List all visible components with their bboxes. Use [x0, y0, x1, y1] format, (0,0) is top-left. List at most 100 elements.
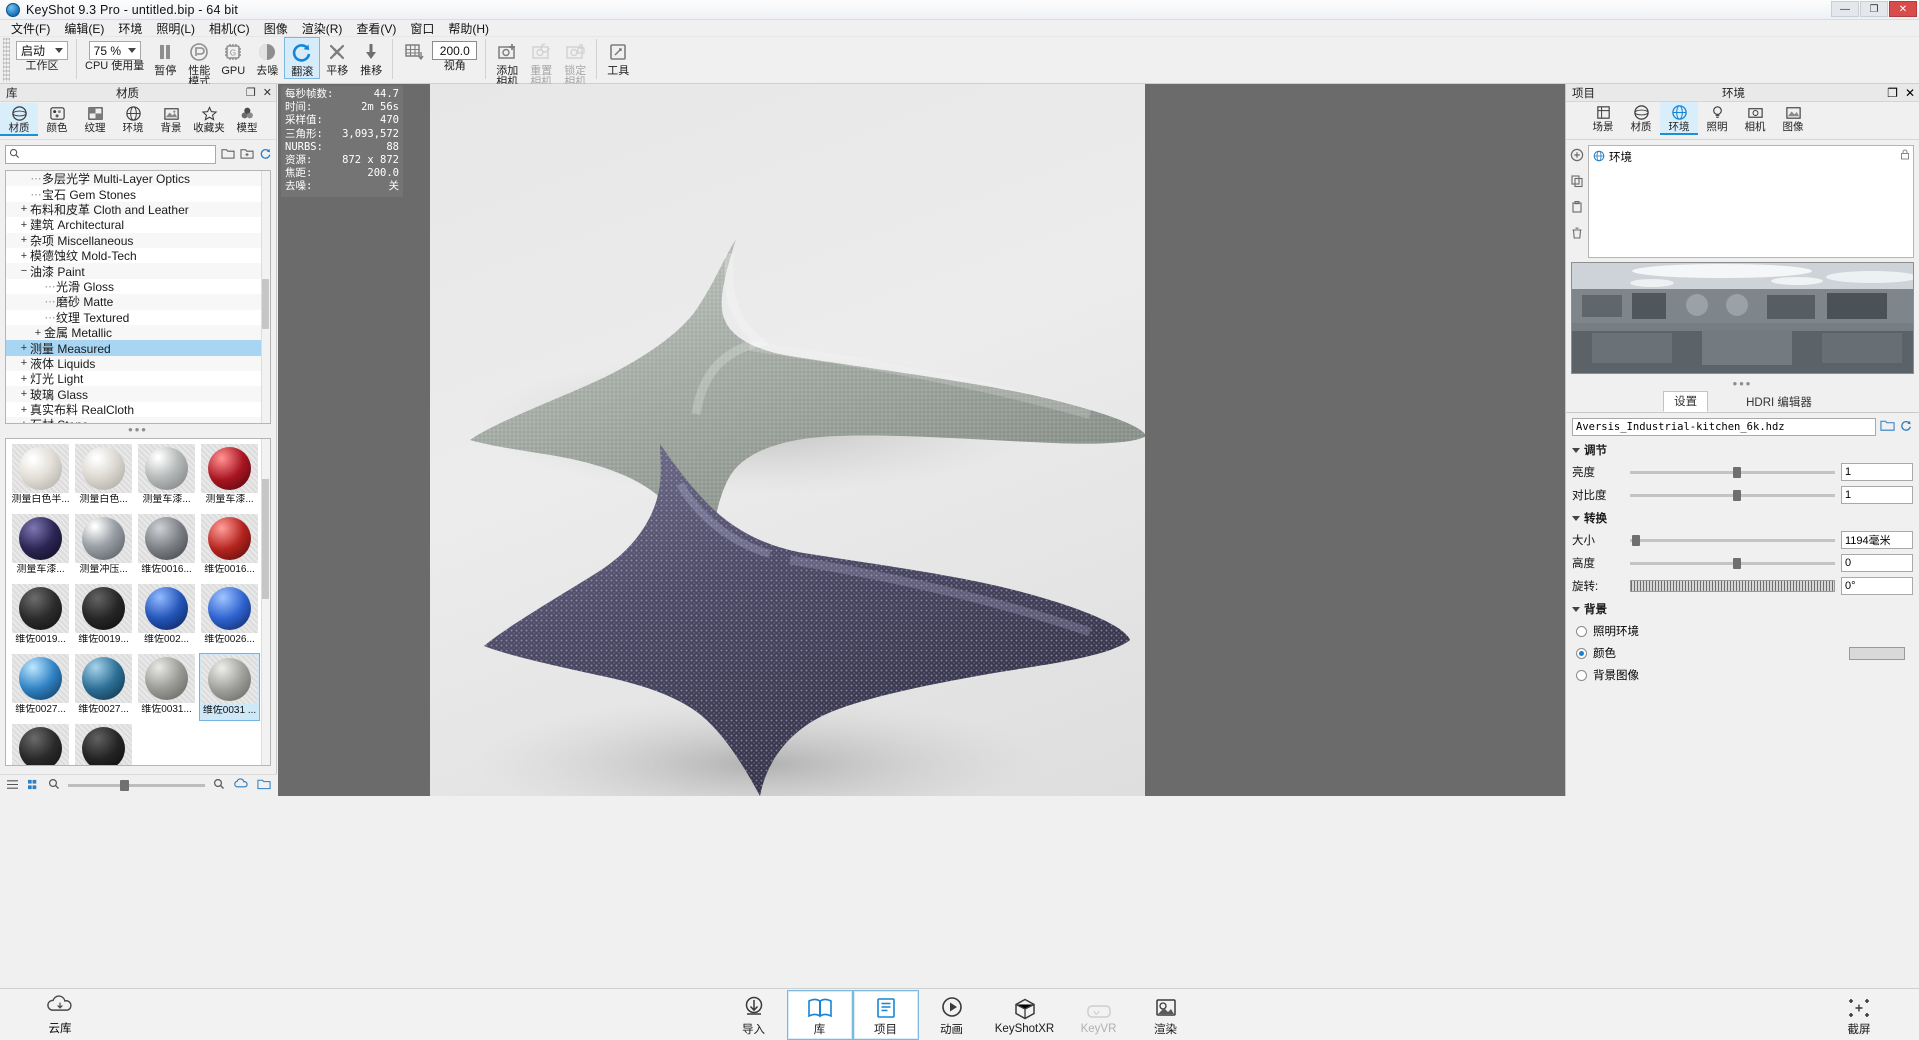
background-option-image[interactable]: 背景图像	[1576, 667, 1913, 683]
contrast-value[interactable]: 1	[1841, 486, 1913, 504]
panel-tab-material[interactable]: 材质	[110, 85, 145, 101]
copy-icon[interactable]	[1570, 174, 1584, 191]
tree-node[interactable]: + 真实布料 RealCloth	[6, 402, 270, 417]
denoise-button[interactable]: 去噪	[250, 37, 284, 77]
library-tab-models[interactable]: 模型	[228, 103, 266, 134]
brightness-value[interactable]: 1	[1841, 463, 1913, 481]
list-view-icon[interactable]	[6, 779, 19, 793]
material-cell[interactable]: 维佐0031...	[136, 653, 197, 721]
thumbnail-size-slider[interactable]	[68, 780, 205, 791]
menu-lighting[interactable]: 照明(L)	[149, 19, 202, 38]
workspace-combo[interactable]: 启动	[16, 41, 68, 60]
delete-icon[interactable]	[1570, 226, 1584, 243]
grid-scrollbar[interactable]	[261, 439, 270, 765]
view-fov-group[interactable]: 200.0 视角	[397, 37, 481, 72]
workspace-selector[interactable]: 启动 工作区	[12, 37, 72, 72]
tree-node[interactable]: ⋯ 宝石 Gem Stones	[6, 186, 270, 202]
material-cell[interactable]: 维佐0016...	[199, 513, 260, 581]
tree-scroll-thumb[interactable]	[262, 279, 269, 329]
slider-handle[interactable]	[1732, 489, 1741, 501]
tree-node[interactable]: + 玻璃 Glass	[6, 386, 270, 402]
material-cell[interactable]: 维佐0016...	[136, 513, 197, 581]
tree-node[interactable]: + 建筑 Architectural	[6, 217, 270, 232]
material-cell[interactable]: 维佐0019...	[73, 583, 134, 651]
grid-view-icon[interactable]	[401, 39, 427, 65]
tree-node[interactable]: + 杂项 Miscellaneous	[6, 232, 270, 248]
add-icon[interactable]	[1570, 148, 1584, 165]
radio-icon[interactable]	[1576, 625, 1587, 637]
tab-hdri-editor[interactable]: HDRI 编辑器	[1736, 393, 1822, 412]
maximize-button[interactable]: ❐	[1860, 1, 1888, 17]
expand-toggle-icon[interactable]: +	[18, 342, 30, 354]
tree-scrollbar[interactable]	[261, 171, 270, 423]
render-image[interactable]	[430, 84, 1145, 796]
menu-environment[interactable]: 环境	[111, 19, 149, 38]
lock-camera-button[interactable]: 锁定 相机	[558, 37, 592, 88]
menu-window[interactable]: 窗口	[403, 19, 441, 38]
material-cell[interactable]: 测量冲压...	[73, 513, 134, 581]
project-tab-image[interactable]: 图像	[1774, 102, 1812, 133]
expand-toggle-icon[interactable]: +	[18, 419, 30, 423]
material-thumbnail-grid[interactable]: 测量白色半... 测量白色... 测量车漆... 测量车漆... 测量车漆...…	[5, 438, 271, 766]
contrast-slider[interactable]	[1630, 489, 1835, 501]
material-cell-selected[interactable]: 维佐0031 ...	[199, 653, 260, 721]
refresh-icon[interactable]	[259, 147, 272, 163]
library-tab-textures[interactable]: 纹理	[76, 103, 114, 134]
grid-scroll-thumb[interactable]	[262, 479, 269, 599]
project-tab-environment[interactable]: 环境	[1660, 102, 1698, 135]
slider-handle[interactable]	[1732, 466, 1741, 478]
pause-button[interactable]: 暂停	[148, 37, 182, 77]
grid-view-icon[interactable]	[27, 779, 40, 793]
project-tab-scene[interactable]: 场景	[1584, 102, 1622, 133]
tree-node[interactable]: + 灯光 Light	[6, 371, 270, 386]
material-cell[interactable]: 测量车漆...	[10, 513, 71, 581]
radio-icon-selected[interactable]	[1576, 647, 1587, 659]
material-cell[interactable]: 测量车漆...	[199, 443, 260, 511]
background-option-color[interactable]: 颜色	[1576, 645, 1913, 661]
menu-file[interactable]: 文件(F)	[4, 19, 57, 38]
screenshot-button[interactable]: 截屏	[1826, 990, 1892, 1040]
material-cell[interactable]	[10, 723, 71, 765]
lock-icon[interactable]	[1900, 149, 1910, 163]
tools-button[interactable]: 工具	[601, 37, 635, 77]
tree-node[interactable]: ⋯ 纹理 Textured	[6, 310, 270, 325]
environment-list[interactable]: 环境	[1588, 145, 1914, 258]
expand-toggle-icon[interactable]: +	[18, 357, 30, 369]
tree-node[interactable]: + 模德蚀纹 Mold-Tech	[6, 248, 270, 263]
dolly-tool-button[interactable]: 推移	[354, 37, 388, 77]
render-button[interactable]: 渲染	[1133, 990, 1199, 1040]
material-cell[interactable]: 维佐0019...	[10, 583, 71, 651]
project-tab-lighting[interactable]: 照明	[1698, 102, 1736, 133]
keyshotxr-button[interactable]: KeyShotXR	[985, 990, 1065, 1040]
brightness-slider[interactable]	[1630, 466, 1835, 478]
material-cell[interactable]: 维佐0027...	[73, 653, 134, 721]
import-button[interactable]: 导入	[721, 990, 787, 1040]
close-icon[interactable]: ✕	[263, 86, 272, 99]
material-cell[interactable]: 测量白色...	[73, 443, 134, 511]
close-icon[interactable]: ✕	[1905, 86, 1915, 100]
panel-splitter-handle[interactable]: •••	[0, 423, 276, 437]
material-cell[interactable]: 测量车漆...	[136, 443, 197, 511]
cpu-combo[interactable]: 75 %	[88, 41, 141, 60]
search-input[interactable]	[23, 147, 215, 162]
expand-toggle-icon[interactable]: +	[18, 219, 30, 231]
library-tab-materials[interactable]: 材质	[0, 103, 38, 136]
material-cell[interactable]: 维佐002...	[136, 583, 197, 651]
menu-help[interactable]: 帮助(H)	[441, 19, 496, 38]
tree-node[interactable]: ⋯ 磨砂 Matte	[6, 294, 270, 310]
tree-node[interactable]: + 布料和皮革 Cloth and Leather	[6, 201, 270, 218]
tree-node[interactable]: − 油漆 Paint	[6, 263, 270, 279]
slider-handle[interactable]	[120, 780, 130, 791]
tree-node[interactable]: +石材 Stone	[6, 417, 270, 423]
slider-handle[interactable]	[1732, 557, 1741, 569]
toolbar-grip[interactable]	[3, 38, 10, 82]
keyvr-button[interactable]: KeyVR	[1065, 990, 1133, 1040]
cloud-download-icon[interactable]	[233, 778, 249, 793]
tree-node[interactable]: ⋯ 光滑 Gloss	[6, 279, 270, 294]
refresh-icon[interactable]	[1899, 419, 1913, 435]
tree-node[interactable]: + 金属 Metallic	[6, 324, 270, 341]
folder-open-icon[interactable]	[221, 147, 235, 163]
folder-add-icon[interactable]	[240, 147, 254, 163]
menu-view[interactable]: 查看(V)	[349, 19, 403, 38]
library-button[interactable]: 库	[786, 989, 853, 1040]
